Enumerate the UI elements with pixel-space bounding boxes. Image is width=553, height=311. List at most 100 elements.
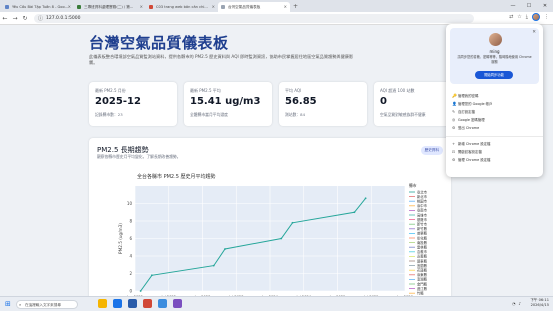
profile-avatar-button[interactable] xyxy=(532,13,540,21)
chrome-profile-popup: ✕ ming 請同步您的書籤、密碼等等，隨時隨地使用 Chrome 服務 開始同… xyxy=(446,24,543,177)
menu-item-customize-profile[interactable]: ✎ 自訂設定檔 xyxy=(452,109,475,114)
site-info-icon[interactable]: ⓘ xyxy=(38,15,43,22)
menu-item-sign-out[interactable]: ⚙ 登出 Chrome xyxy=(452,125,479,130)
profile-name: ming xyxy=(489,49,500,54)
legend-entry: 嘉義縣 xyxy=(417,254,428,259)
stat-sub: 全體縣市當月平均濃度 xyxy=(190,112,228,117)
menu-item-label: 新增 Chrome 設定檔 xyxy=(458,142,491,146)
taskbar-app-icon[interactable] xyxy=(128,299,137,308)
system-tray: ◔ ♪ xyxy=(512,301,521,306)
back-icon[interactable]: ← xyxy=(0,15,10,22)
y-tick-label: 6 xyxy=(129,236,132,241)
stat-value: 0 xyxy=(380,96,387,107)
stat-label: 最新 PM2.5 平均 xyxy=(190,88,221,93)
legend-entry: 高雄市 xyxy=(417,212,428,217)
legend-entry: 澎湖縣 xyxy=(417,277,428,282)
taskbar-app-icon[interactable] xyxy=(143,299,152,308)
data-point xyxy=(291,221,294,224)
network-icon[interactable]: ◔ xyxy=(512,301,516,306)
tab-title: Yêu Cầu Bài Tập Tuần 8 - Goo... xyxy=(12,5,69,9)
download-icon[interactable]: ⤓ xyxy=(526,14,528,20)
tab-close-icon[interactable]: × xyxy=(140,2,143,12)
page-title: 台灣空氣品質儀表板 xyxy=(89,34,229,52)
legend-entry: 臺北市 xyxy=(417,189,428,194)
legend-entry: 苗栗縣 xyxy=(417,231,428,236)
translate-icon[interactable]: ⇄ xyxy=(509,14,513,20)
start-sync-button[interactable]: 開始同步功能 xyxy=(475,71,513,79)
menu-item-guest-profile[interactable]: ⊡ 開啟訪客設定檔 xyxy=(452,149,482,154)
tab-favicon-icon xyxy=(5,5,9,9)
search-icon: ⌕ xyxy=(19,302,22,307)
data-point xyxy=(364,197,367,200)
taskbar-app-icon[interactable] xyxy=(158,299,167,308)
avatar xyxy=(489,33,502,46)
tab-close-icon[interactable]: × xyxy=(68,2,71,12)
legend-entry: 雲林縣 xyxy=(417,245,428,250)
legend-entry: 新北市 xyxy=(417,194,428,199)
stat-card-aqi-over-100: AQI 超過 100 站數 0 空氣品質對敏感族群不健康 xyxy=(374,82,454,126)
minimize-button[interactable]: — xyxy=(505,0,521,12)
legend-entry: 彰化縣 xyxy=(417,235,428,240)
stat-value: 15.41 ug/m3 xyxy=(190,96,261,107)
legend-entry: 南投縣 xyxy=(417,240,428,245)
tab-title: C03 trang web bản căn chi... xyxy=(156,5,208,9)
data-point xyxy=(280,237,283,240)
bookmark-star-icon[interactable]: ☆ xyxy=(517,14,521,20)
new-tab-button[interactable]: + xyxy=(293,2,298,12)
stat-label: 平均 AQI xyxy=(285,88,302,93)
tab-close-icon[interactable]: × xyxy=(212,2,215,12)
windows-start-icon[interactable]: ⊞ xyxy=(5,300,11,308)
legend-entry: 金門縣 xyxy=(417,281,428,286)
stat-card-pm25-avg: 最新 PM2.5 平均 15.41 ug/m3 全體縣市當月平均濃度 xyxy=(184,82,272,126)
y-tick-label: 8 xyxy=(129,219,132,224)
menu-item-google-account[interactable]: 👤 管理您的 Google 帳戶 xyxy=(452,101,492,106)
more-menu-icon[interactable]: ⋮ xyxy=(544,14,549,20)
search-placeholder: 在這裡輸入文字來搜尋 xyxy=(25,303,61,307)
browser-tab-active[interactable]: 台灣空氣品質儀表板 × xyxy=(218,2,290,12)
menu-item-label: 管理我的密碼 xyxy=(458,94,479,98)
browser-tab[interactable]: Yêu Cầu Bài Tập Tuần 8 - Goo... × xyxy=(2,2,74,12)
maximize-button[interactable]: ☐ xyxy=(521,0,537,12)
legend-entry: 新竹市 xyxy=(417,222,428,227)
legend-entry: 宜蘭縣 xyxy=(417,263,428,268)
close-icon[interactable]: ✕ xyxy=(532,30,536,35)
y-tick-label: 4 xyxy=(129,254,132,259)
taskbar-app-icon[interactable] xyxy=(98,299,107,308)
legend-entry: 新竹縣 xyxy=(417,226,428,231)
tab-strip: Yêu Cầu Bài Tập Tuần 8 - Goo... × 三專班資料處理… xyxy=(0,0,553,12)
menu-item-manage-profiles[interactable]: ⚙ 管理 Chrome 設定檔 xyxy=(452,157,490,162)
clock-date: 2026/4/15 xyxy=(530,303,549,307)
trend-description: 觀察各縣市歷史月平均變化，了解長期改善趨勢。 xyxy=(97,154,181,159)
taskbar-app-icon[interactable] xyxy=(173,299,182,308)
legend-entry: 屏東縣 xyxy=(417,258,428,263)
y-tick-label: 10 xyxy=(127,201,133,206)
tab-favicon-icon xyxy=(221,5,225,9)
data-point xyxy=(212,264,215,267)
close-window-button[interactable]: ✕ xyxy=(537,0,553,12)
reload-icon[interactable]: ↻ xyxy=(20,15,30,22)
browser-tab[interactable]: 三專班資料處理實務(二) / 第... × xyxy=(74,2,146,12)
taskbar-search-box[interactable]: ⌕ 在這裡輸入文字來搜尋 xyxy=(16,300,78,309)
menu-item-label: 登出 Chrome xyxy=(458,126,480,130)
menu-divider xyxy=(446,136,543,137)
clock[interactable]: 下午 06:11 2026/4/15 xyxy=(530,298,549,308)
taskbar-app-icon[interactable] xyxy=(113,299,122,308)
data-point xyxy=(150,274,153,277)
history-data-badge[interactable]: 歷史資料 xyxy=(420,146,443,155)
taskbar-apps xyxy=(98,299,182,308)
stat-value: 56.85 xyxy=(285,96,317,107)
chart-title: 全台各縣市 PM2.5 歷史月平均趨勢 xyxy=(137,173,215,180)
tab-close-icon[interactable]: × xyxy=(284,2,287,12)
menu-item-add-profile[interactable]: + 新增 Chrome 設定檔 xyxy=(452,141,490,146)
y-tick-label: 2 xyxy=(129,271,132,276)
trend-card: PM2.5 長期趨勢 觀察各縣市歷史月平均變化，了解長期改善趨勢。 歷史資料 全… xyxy=(89,138,451,296)
address-bar[interactable]: ⓘ 127.0.0.1:5000 xyxy=(34,13,474,23)
browser-tab[interactable]: C03 trang web bản căn chi... × xyxy=(146,2,218,12)
legend-entry: 竹縣 xyxy=(417,291,424,296)
forward-icon[interactable]: → xyxy=(10,15,20,22)
y-tick-label: 0 xyxy=(129,289,132,294)
menu-item-passwords[interactable]: 🔑 管理我的密碼 xyxy=(452,93,478,98)
volume-icon[interactable]: ♪ xyxy=(518,301,521,306)
menu-item-password-manager[interactable]: ◎ Google 密碼管理 xyxy=(452,117,485,122)
tab-title: 台灣空氣品質儀表板 xyxy=(228,5,261,9)
